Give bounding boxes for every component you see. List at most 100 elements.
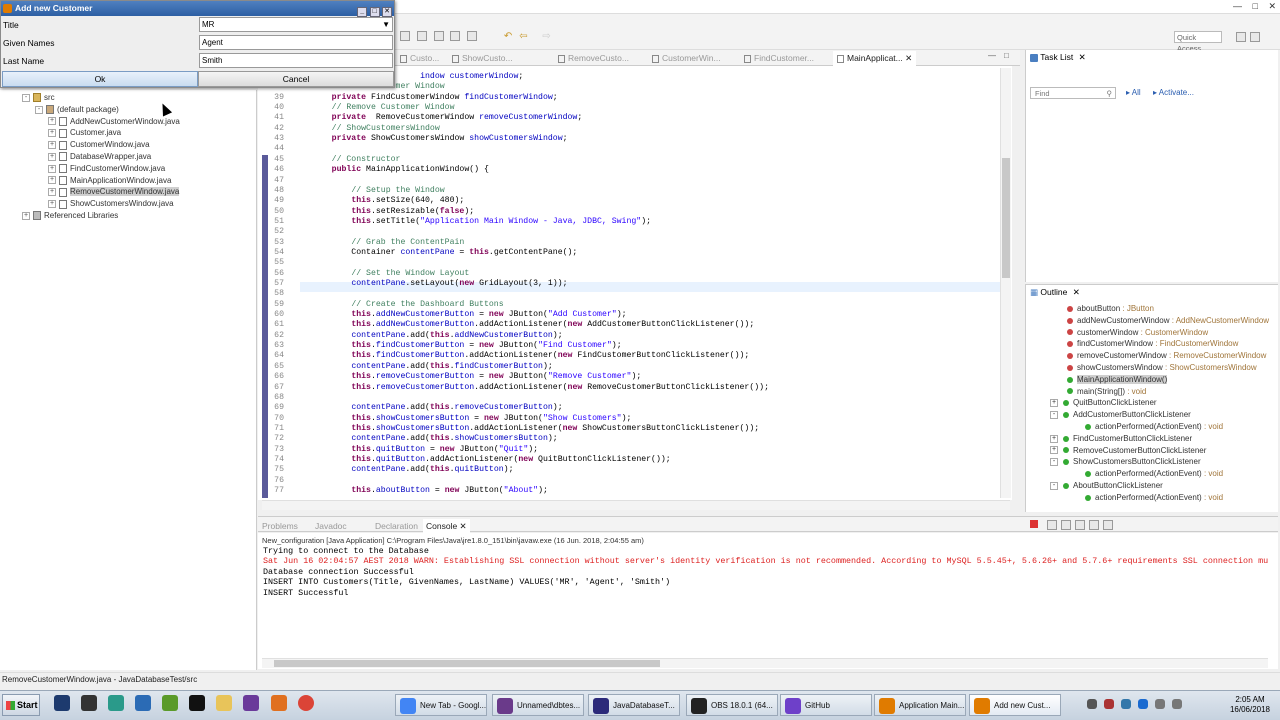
outline-item[interactable]: - AddCustomerButtonClickListener [1050, 409, 1191, 421]
title-select[interactable]: MR ▼ [199, 17, 393, 32]
collapse-icon[interactable]: - [1050, 411, 1058, 420]
editor-tab[interactable]: FindCustomer... [744, 51, 814, 66]
bottom-tab[interactable]: Declaration [375, 519, 418, 534]
tray-icon[interactable] [1121, 699, 1132, 710]
cancel-button[interactable]: Cancel [198, 71, 394, 87]
tray-icon[interactable] [1087, 699, 1097, 710]
task-filter-all[interactable]: ▸ All [1126, 88, 1141, 97]
close-icon[interactable]: ✕ [1268, 1, 1276, 11]
tree-item[interactable]: - (default package) [35, 104, 119, 116]
minimize-icon[interactable]: _ [357, 7, 368, 17]
chrome-icon[interactable] [297, 695, 314, 711]
expand-icon[interactable]: + [48, 188, 56, 197]
perspective-icon[interactable] [1250, 32, 1260, 43]
close-icon[interactable]: ✕ [457, 521, 467, 531]
expand-icon[interactable]: + [48, 152, 56, 161]
taskbar-window-button[interactable]: GitHub [780, 694, 872, 716]
tree-item[interactable]: + RemoveCustomerWindow.java [48, 186, 180, 198]
given-names-input[interactable]: Agent [199, 35, 393, 50]
tray-icon[interactable] [1104, 699, 1115, 710]
bottom-tab[interactable]: Javadoc [315, 519, 347, 534]
console-horizontal-scrollbar[interactable] [262, 658, 1268, 668]
outline-item[interactable]: + FindCustomerButtonClickListener [1050, 433, 1192, 445]
folder-icon[interactable] [216, 695, 233, 711]
editor-horizontal-scrollbar[interactable] [262, 500, 1010, 510]
terminate-icon[interactable] [1030, 520, 1038, 528]
expand-icon[interactable]: + [1050, 399, 1058, 408]
outline-item[interactable]: + QuitButtonClickListener [1050, 397, 1157, 409]
bottom-tab[interactable]: Problems [262, 519, 298, 534]
tree-item[interactable]: + FindCustomerWindow.java [48, 163, 165, 175]
maximize-icon[interactable]: □ [1253, 1, 1258, 11]
scroll-thumb[interactable] [274, 660, 660, 667]
photoshop-icon[interactable] [54, 695, 70, 711]
tree-item[interactable]: - src [22, 92, 55, 104]
clock[interactable]: 2:05 AM 16/06/2018 [1228, 695, 1272, 715]
minimize-icon[interactable]: — [1233, 1, 1242, 11]
outline-item[interactable]: showCustomersWindow : ShowCustomersWindo… [1067, 362, 1257, 374]
tree-item[interactable]: + AddNewCustomerWindow.java [48, 116, 180, 128]
expand-icon[interactable]: + [1050, 446, 1058, 455]
tree-item[interactable]: + Customer.java [48, 127, 121, 139]
collapse-icon[interactable]: - [1050, 458, 1058, 467]
expand-icon[interactable]: + [48, 164, 56, 173]
task-list-tab[interactable]: Task List ✕ [1030, 52, 1086, 63]
expand-icon[interactable]: + [48, 129, 56, 138]
perspective-icon[interactable] [1236, 32, 1246, 43]
back-arrow-icon[interactable]: ↶ [504, 31, 512, 42]
expand-icon[interactable]: + [48, 200, 56, 209]
taskbar-window-button[interactable]: Application Main... [874, 694, 966, 716]
expand-icon[interactable]: + [48, 117, 56, 126]
epic-games-icon[interactable] [189, 695, 206, 711]
outline-tab[interactable]: ▦ Outline ✕ [1030, 287, 1080, 298]
outline-item[interactable]: + RemoveCustomerButtonClickListener [1050, 445, 1206, 457]
outline-item[interactable]: MainApplicationWindow() [1067, 374, 1168, 386]
outline-item[interactable]: main(String[]) : void [1067, 386, 1146, 398]
expand-icon[interactable]: + [1050, 434, 1058, 443]
toolbar-icon[interactable] [400, 31, 410, 42]
expand-icon[interactable]: + [48, 141, 56, 150]
collapse-icon[interactable]: - [1050, 481, 1058, 490]
visual-studio-code-icon[interactable] [135, 695, 152, 711]
taskbar-window-button[interactable]: Add new Cust... [969, 694, 1061, 716]
editor-tab[interactable]: MainApplicat... ✕ [833, 51, 917, 66]
tree-item[interactable]: + Referenced Libraries [22, 210, 118, 222]
maximize-icon[interactable]: □ [1004, 51, 1009, 60]
toolbar-icon[interactable] [450, 31, 461, 42]
taskbar-window-button[interactable]: New Tab - Googl... [395, 694, 487, 716]
last-name-input[interactable]: Smith [199, 53, 393, 68]
close-icon[interactable]: ✕ [1073, 287, 1080, 297]
outline-item[interactable]: actionPerformed(ActionEvent) : void [1085, 492, 1223, 504]
app-icon[interactable] [81, 695, 98, 711]
task-activate-link[interactable]: ▸ Activate... [1153, 88, 1194, 97]
quick-access-input[interactable]: Quick Access [1174, 31, 1222, 53]
console-icon[interactable] [1075, 520, 1086, 531]
expand-icon[interactable]: + [48, 176, 56, 185]
console-icon[interactable] [1061, 520, 1072, 531]
outline-item[interactable]: actionPerformed(ActionEvent) : void [1085, 468, 1223, 480]
editor-tab[interactable]: ShowCusto... [452, 51, 513, 66]
csharp-icon[interactable] [162, 695, 179, 711]
outline-item[interactable]: aboutButton : JButton [1067, 303, 1154, 315]
toolbar-icon[interactable] [433, 31, 444, 42]
visual-studio-icon[interactable] [243, 695, 260, 711]
office-icon[interactable] [270, 695, 287, 711]
outline-item[interactable]: addNewCustomerWindow : AddNewCustomerWin… [1067, 315, 1269, 327]
outline-item[interactable]: - AboutButtonClickListener [1050, 480, 1163, 492]
console-icon[interactable] [1089, 520, 1100, 531]
minimize-icon[interactable]: — [988, 51, 996, 60]
bottom-tab[interactable]: Console ✕ [423, 519, 470, 534]
close-icon[interactable]: ✕ [1079, 52, 1086, 62]
start-button[interactable]: Start [2, 694, 40, 716]
bluetooth-icon[interactable] [1138, 699, 1149, 710]
dialog-title-bar[interactable]: Add new Customer _ □ ✕ [1, 1, 394, 17]
editor-tab[interactable]: CustomerWin... [652, 51, 721, 66]
nav-back-icon[interactable]: ⇦ [519, 31, 527, 42]
tree-item[interactable]: + ShowCustomersWindow.java [48, 198, 174, 210]
toolbar-icon[interactable] [467, 31, 478, 42]
task-find-input[interactable]: Find ⚲ [1030, 87, 1116, 99]
editor-vertical-scrollbar[interactable] [1000, 68, 1011, 498]
editor-tab[interactable]: Custo... [400, 51, 439, 66]
tree-item[interactable]: + CustomerWindow.java [48, 139, 150, 151]
taskbar-window-button[interactable]: OBS 18.0.1 (64... [686, 694, 778, 716]
